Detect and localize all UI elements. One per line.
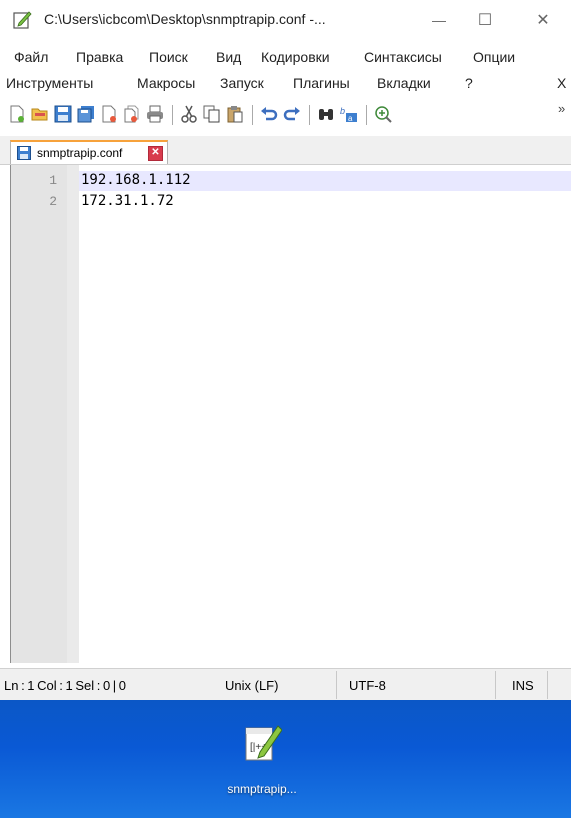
close-window-button[interactable]: ✕: [520, 0, 566, 40]
cut-icon[interactable]: [180, 105, 198, 123]
code-line[interactable]: 192.168.1.112: [81, 172, 191, 188]
find-icon[interactable]: [317, 105, 335, 123]
status-separator: [336, 671, 337, 699]
menu-bar-row2: Инструменты Макросы Запуск Плагины Вклад…: [0, 72, 571, 96]
menu-options[interactable]: Опции: [473, 49, 515, 65]
saved-file-icon: [17, 146, 31, 160]
redo-icon[interactable]: [283, 105, 301, 123]
menu-macros[interactable]: Макросы: [137, 75, 195, 91]
save-icon[interactable]: [54, 105, 72, 123]
maximize-button[interactable]: ☐: [462, 0, 508, 40]
line-number: 2: [49, 194, 57, 209]
toolbar-separator: [252, 105, 253, 125]
undo-icon[interactable]: [260, 105, 278, 123]
desktop-icon-label[interactable]: snmptrapip...: [0, 782, 524, 796]
svg-text:b: b: [340, 106, 345, 116]
new-file-icon[interactable]: [8, 105, 26, 123]
text-editor[interactable]: 1 2 192.168.1.112 172.31.1.72: [10, 165, 571, 663]
notepadpp-app-icon: [13, 11, 32, 29]
code-line[interactable]: 172.31.1.72: [81, 193, 174, 209]
status-separator: [495, 671, 496, 699]
title-bar[interactable]: C:\Users\icbcom\Desktop\snmptrapip.conf …: [0, 0, 571, 40]
menu-run[interactable]: Запуск: [220, 75, 264, 91]
menu-edit[interactable]: Правка: [76, 49, 123, 65]
menu-help[interactable]: ?: [465, 75, 473, 91]
close-file-icon[interactable]: [100, 105, 118, 123]
paste-icon[interactable]: [226, 105, 244, 123]
tab-label: snmptrapip.conf: [37, 146, 123, 160]
menu-tools[interactable]: Инструменты: [6, 75, 93, 91]
minimize-button[interactable]: —: [416, 0, 462, 40]
insert-mode[interactable]: INS: [512, 678, 534, 693]
copy-icon[interactable]: [203, 105, 221, 123]
toolbar-separator: [366, 105, 367, 125]
notepadpp-file-icon[interactable]: [|++: [242, 722, 282, 764]
tab-close-icon[interactable]: ✕: [148, 146, 163, 161]
menu-view[interactable]: Вид: [216, 49, 241, 65]
status-bar: Ln : 1 Col : 1 Sel : 0 | 0 Unix (LF) UTF…: [0, 668, 571, 701]
close-all-icon[interactable]: [123, 105, 141, 123]
menu-search[interactable]: Поиск: [149, 49, 188, 65]
close-document-x[interactable]: X: [557, 75, 566, 91]
cursor-position: Ln : 1 Col : 1 Sel : 0 | 0: [4, 678, 127, 693]
svg-text:a: a: [348, 114, 353, 123]
close-icon: ✕: [536, 12, 550, 29]
save-all-icon[interactable]: [77, 105, 95, 123]
replace-icon[interactable]: ba: [340, 105, 358, 123]
maximize-icon: ☐: [477, 12, 493, 29]
fold-margin[interactable]: [67, 165, 79, 663]
menu-tabs[interactable]: Вкладки: [377, 75, 431, 91]
minimize-icon: —: [432, 12, 446, 28]
status-separator: [547, 671, 548, 699]
encoding[interactable]: UTF-8: [349, 678, 386, 693]
menu-file[interactable]: Файл: [14, 49, 48, 65]
menu-syntax[interactable]: Синтаксисы: [364, 49, 442, 65]
menu-plugins[interactable]: Плагины: [293, 75, 350, 91]
zoom-in-icon[interactable]: [374, 105, 392, 123]
menu-encoding[interactable]: Кодировки: [261, 49, 330, 65]
window-title: C:\Users\icbcom\Desktop\snmptrapip.conf …: [44, 11, 326, 27]
tab-bar: snmptrapip.conf ✕: [0, 136, 571, 165]
line-number: 1: [49, 173, 57, 188]
menu-bar: Файл Правка Поиск Вид Кодировки Синтакси…: [0, 46, 571, 70]
eol-format[interactable]: Unix (LF): [225, 678, 278, 693]
print-icon[interactable]: [146, 105, 164, 123]
line-number-gutter: [11, 165, 67, 663]
open-file-icon[interactable]: [31, 105, 49, 123]
toolbar-separator: [172, 105, 173, 125]
toolbar-separator: [309, 105, 310, 125]
toolbar-overflow-icon[interactable]: »: [558, 101, 565, 116]
toolbar: ba »: [0, 96, 571, 132]
desktop-background: [|++ snmptrapip...: [0, 700, 571, 818]
tab-snmptrapip-conf[interactable]: snmptrapip.conf ✕: [10, 140, 168, 164]
